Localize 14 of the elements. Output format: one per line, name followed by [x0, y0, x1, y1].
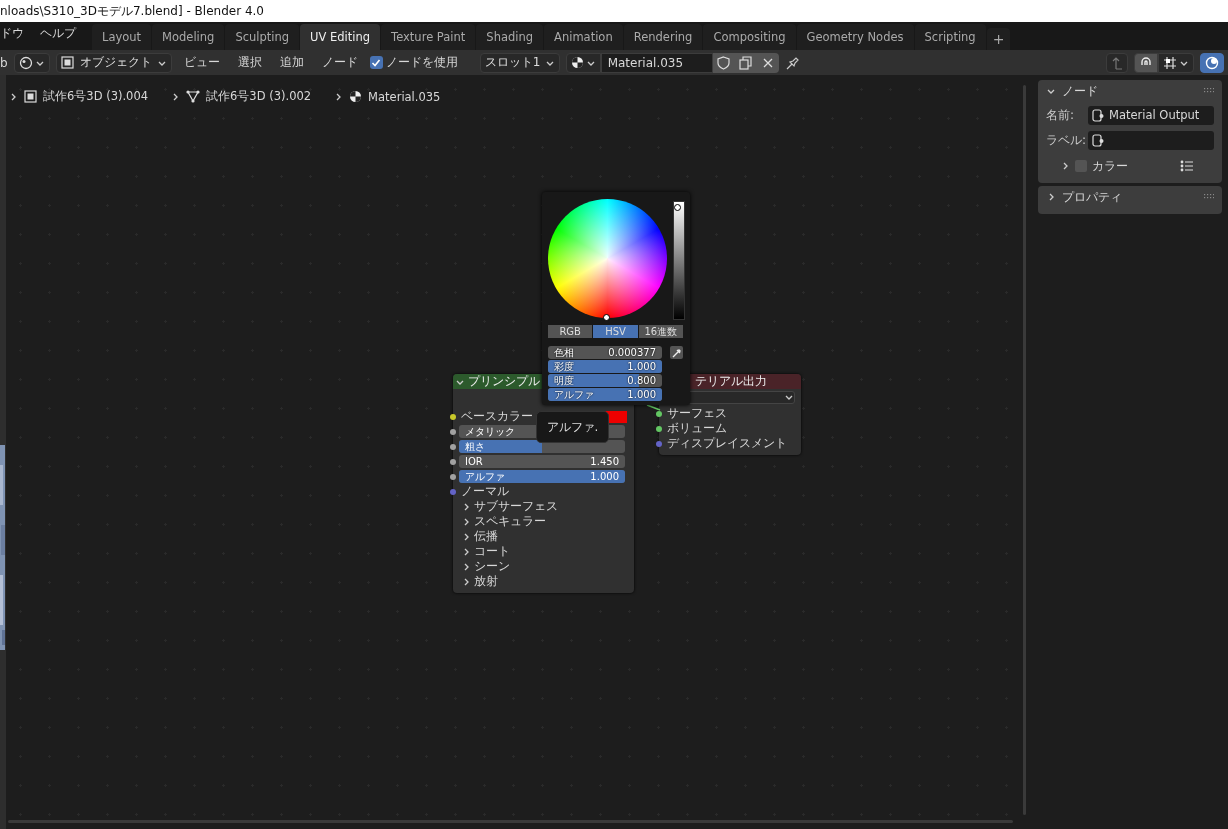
field-label: 名前:: [1046, 106, 1076, 124]
node-title: テリアル出力: [695, 374, 767, 389]
field-label: ラベル:: [1046, 131, 1088, 149]
input-label: サーフェス: [667, 405, 727, 422]
breadcrumb: Material.035: [368, 89, 441, 104]
breadcrumb: 試作6号3D (3).004: [43, 89, 149, 104]
breadcrumb: 試作6号3D (3).002: [206, 89, 312, 104]
input-label: ディスプレイスメント: [667, 435, 787, 452]
input-label: ボリューム: [667, 420, 727, 437]
node-title: プリンシプル: [468, 374, 540, 389]
input-label: ノーマル: [461, 483, 509, 500]
tooltip: アルファ.: [536, 411, 609, 443]
window-title: nloads\S310_3Dモデル7.blend] - Blender 4.0: [0, 2, 264, 20]
input-label: ベースカラー: [461, 408, 533, 425]
